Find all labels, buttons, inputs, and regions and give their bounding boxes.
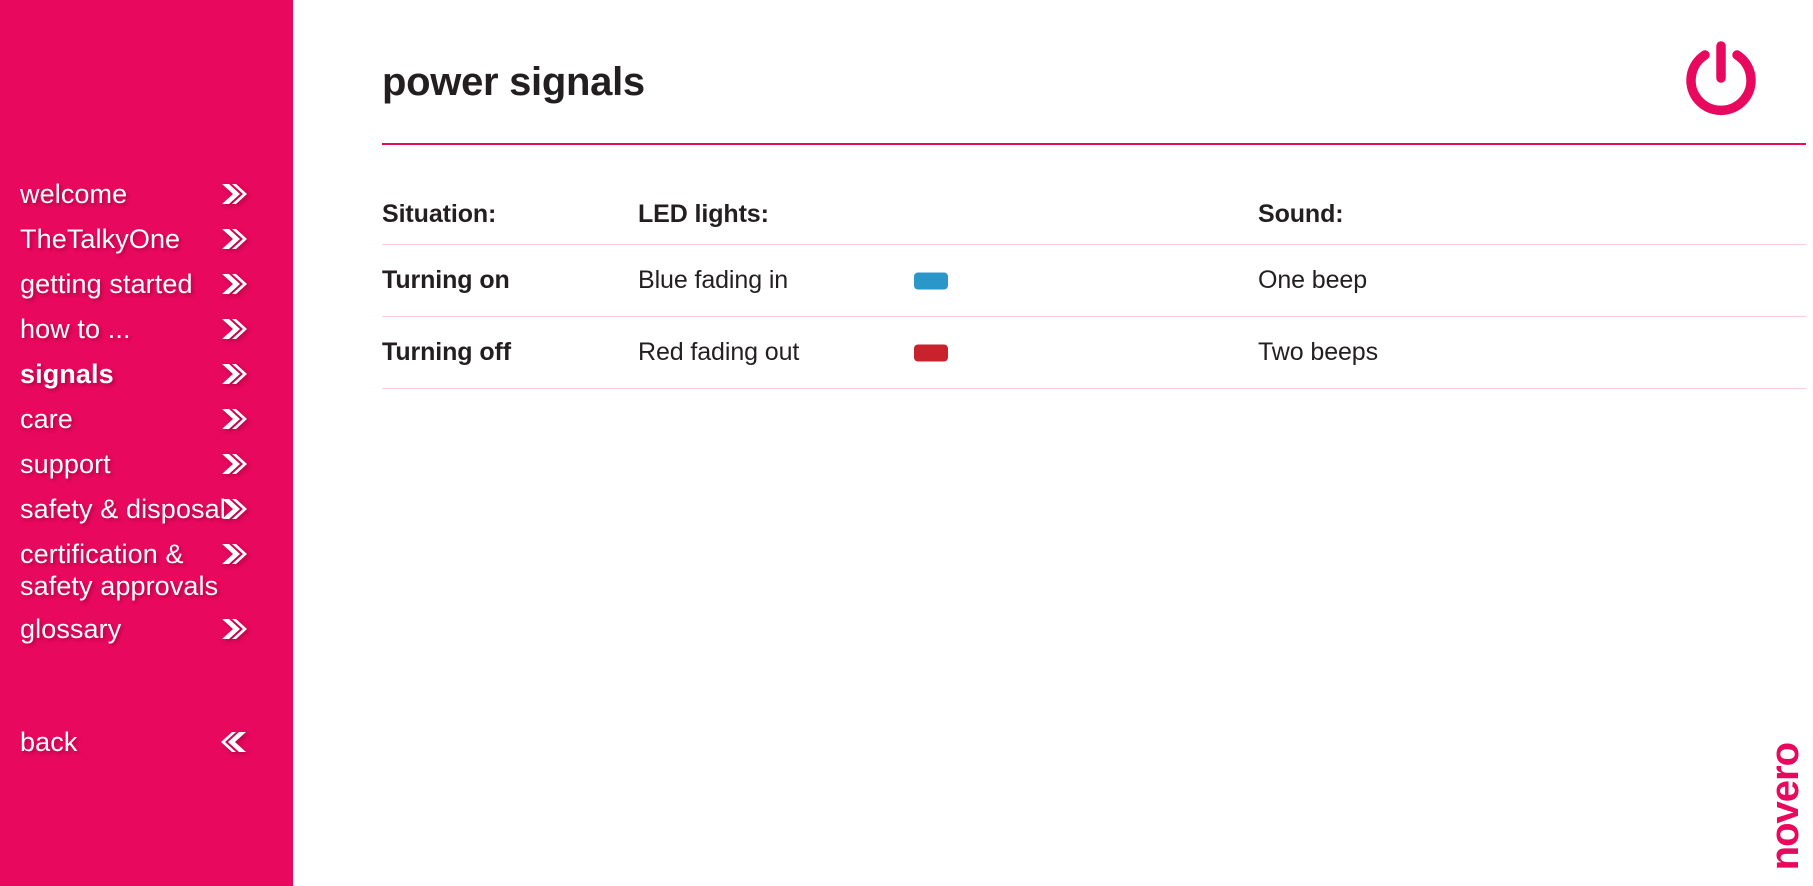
sound-value: Two beeps	[1258, 338, 1379, 366]
table-cell-sound: One beep	[1258, 266, 1806, 295]
chevron-right-icon	[221, 453, 247, 475]
situation-value: Turning off	[382, 338, 511, 366]
sidebar-item-certification-safety-approvals[interactable]: certification & safety approvals	[0, 538, 293, 613]
column-header-sound: Sound:	[1258, 200, 1344, 228]
sidebar-item-signals[interactable]: signals	[0, 358, 293, 403]
chevron-right-icon	[221, 408, 247, 430]
sidebar-item-label: signals	[20, 359, 114, 389]
chevron-right-icon	[221, 543, 247, 565]
signals-table: Situation: LED lights: Sound: Turning on…	[382, 200, 1806, 389]
sidebar-item-care[interactable]: care	[0, 403, 293, 448]
sidebar-item-label: welcome	[20, 179, 128, 209]
sidebar-item-label: glossary	[20, 614, 122, 644]
led-color-swatch	[914, 272, 948, 289]
sidebar-back-button[interactable]: back	[0, 726, 293, 771]
led-description: Blue fading in	[638, 266, 789, 294]
chevron-right-icon	[221, 273, 247, 295]
sidebar-item-glossary[interactable]: glossary	[0, 613, 293, 658]
table-header-cell-sound: Sound:	[1258, 200, 1806, 229]
column-header-situation: Situation:	[382, 200, 497, 228]
chevron-right-icon	[221, 363, 247, 385]
sidebar-item-thetalkyone[interactable]: TheTalkyOne	[0, 223, 293, 268]
sidebar-back-label: back	[20, 727, 78, 757]
sidebar-nav: welcome TheTalkyOne getting started how …	[0, 178, 293, 658]
sidebar-item-support[interactable]: support	[0, 448, 293, 493]
main-content: power signals Situation: LED lights: Sou…	[293, 0, 1813, 886]
table-cell-led: Blue fading in	[638, 266, 1258, 295]
chevron-right-icon	[221, 498, 247, 520]
table-cell-situation: Turning on	[382, 266, 638, 295]
sidebar-item-label: how to ...	[20, 314, 131, 344]
chevron-right-icon	[221, 618, 247, 640]
table-header-cell-situation: Situation:	[382, 200, 638, 229]
column-header-led-lights: LED lights:	[638, 200, 769, 228]
table-cell-led: Red fading out	[638, 338, 1258, 367]
page-title: power signals	[382, 60, 645, 104]
chevron-right-icon	[221, 228, 247, 250]
table-row: Turning on Blue fading in One beep	[382, 245, 1806, 317]
sound-value: One beep	[1258, 266, 1368, 294]
sidebar-item-label: getting started	[20, 269, 193, 299]
title-divider	[382, 143, 1806, 145]
table-cell-situation: Turning off	[382, 338, 638, 367]
led-description: Red fading out	[638, 338, 800, 366]
brand-logo: novero	[1763, 742, 1807, 870]
sidebar-item-how-to[interactable]: how to ...	[0, 313, 293, 358]
chevron-right-icon	[221, 183, 247, 205]
sidebar-item-label: safety & disposal	[20, 494, 226, 524]
chevron-right-icon	[221, 318, 247, 340]
table-header-cell-led: LED lights:	[638, 200, 1258, 229]
situation-value: Turning on	[382, 266, 510, 294]
table-row: Turning off Red fading out Two beeps	[382, 317, 1806, 389]
sidebar-item-welcome[interactable]: welcome	[0, 178, 293, 223]
sidebar-item-label: support	[20, 449, 111, 479]
led-color-swatch	[914, 344, 948, 361]
sidebar-item-safety-disposal[interactable]: safety & disposal	[0, 493, 293, 538]
sidebar-item-label: care	[20, 404, 73, 434]
sidebar-item-getting-started[interactable]: getting started	[0, 268, 293, 313]
sidebar-item-label: TheTalkyOne	[20, 224, 181, 254]
chevron-left-icon	[221, 731, 247, 753]
table-header-row: Situation: LED lights: Sound:	[382, 200, 1806, 245]
table-cell-sound: Two beeps	[1258, 338, 1806, 367]
power-icon	[1681, 38, 1761, 118]
sidebar: welcome TheTalkyOne getting started how …	[0, 0, 293, 886]
sidebar-item-label: certification & safety approvals	[20, 539, 219, 601]
